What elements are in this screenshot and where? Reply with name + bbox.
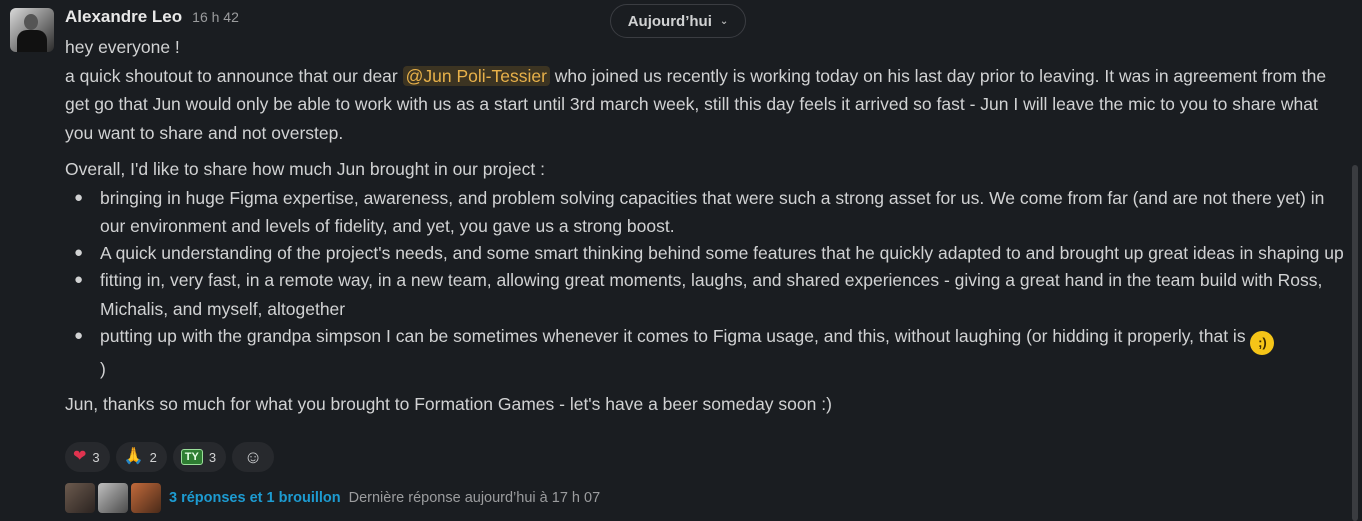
bullet-icon: ● xyxy=(74,244,84,261)
message-body: hey everyone ! a quick shoutout to annou… xyxy=(65,33,1350,418)
list-item-text: A quick understanding of the project's n… xyxy=(100,243,1344,263)
ty-emoji-icon: TY xyxy=(180,449,203,465)
reaction-count: 3 xyxy=(208,449,217,465)
author-avatar[interactable] xyxy=(10,8,54,52)
bullet-icon: ● xyxy=(74,271,84,288)
message-container: Alexandre Leo 16 h 42 Aujourd’hui ⌄ hey … xyxy=(0,0,1362,521)
list-item: ● fitting in, very fast, in a remote way… xyxy=(65,266,1350,323)
pray-emoji-icon: 🙏 xyxy=(123,448,144,465)
list-item: ● bringing in huge Figma expertise, awar… xyxy=(65,184,1350,241)
list-item-text: putting up with the grandpa simpson I ca… xyxy=(100,325,1251,346)
last-reply-time: Dernière réponse aujourd’hui à 17 h 07 xyxy=(348,490,601,506)
reaction-pray-button[interactable]: 🙏 2 xyxy=(115,442,167,472)
bullet-icon: ● xyxy=(74,326,84,344)
bullet-icon: ● xyxy=(74,188,84,206)
date-divider-label: Aujourd’hui xyxy=(627,12,712,30)
list-item-text: bringing in huge Figma expertise, awaren… xyxy=(100,187,1325,237)
avatar xyxy=(65,483,95,513)
timestamp[interactable]: 16 h 42 xyxy=(192,9,239,25)
thread-summary[interactable]: 3 réponses et 1 brouillon Dernière répon… xyxy=(65,483,600,513)
add-reaction-button[interactable]: ☺ xyxy=(232,442,275,472)
thread-avatars xyxy=(65,483,161,513)
message-paragraph: Jun, thanks so much for what you brought… xyxy=(65,393,832,414)
message-paragraph: Overall, I'd like to share how much Jun … xyxy=(65,159,545,179)
heart-emoji-icon: ❤ xyxy=(73,448,87,465)
add-reaction-icon: ☺ xyxy=(243,446,263,467)
list-item-text-end: ) xyxy=(100,358,106,379)
list-item: ● putting up with the grandpa simpson I … xyxy=(65,322,1350,384)
message-line: hey everyone ! xyxy=(65,37,180,57)
reactions-bar: ❤ 3 🙏 2 TY 3 ☺ xyxy=(65,442,275,472)
reaction-heart-button[interactable]: ❤ 3 xyxy=(65,442,110,472)
chevron-down-icon: ⌄ xyxy=(719,15,729,27)
paragraph-text: a quick shoutout to announce that our de… xyxy=(65,65,403,86)
avatar xyxy=(98,483,128,513)
reaction-count: 3 xyxy=(92,449,100,465)
scrollbar[interactable] xyxy=(1352,165,1358,521)
bullet-list: ● bringing in huge Figma expertise, awar… xyxy=(65,184,1350,384)
message-header: Alexandre Leo 16 h 42 xyxy=(65,7,239,29)
reaction-ty-button[interactable]: TY 3 xyxy=(172,442,227,472)
list-item: ● A quick understanding of the project's… xyxy=(65,239,1350,268)
avatar-head xyxy=(24,14,38,30)
list-item-text: fitting in, very fast, in a remote way, … xyxy=(100,270,1323,319)
author-name[interactable]: Alexandre Leo xyxy=(65,7,182,27)
avatar xyxy=(131,483,161,513)
wink-emoji-icon: ;) xyxy=(1250,330,1275,355)
message-paragraph: a quick shoutout to announce that our de… xyxy=(65,62,1350,148)
user-mention[interactable]: @Jun Poli-Tessier xyxy=(402,65,550,86)
avatar-body xyxy=(17,30,47,52)
thread-replies-link[interactable]: 3 réponses et 1 brouillon xyxy=(169,490,341,506)
reaction-count: 2 xyxy=(149,449,157,465)
